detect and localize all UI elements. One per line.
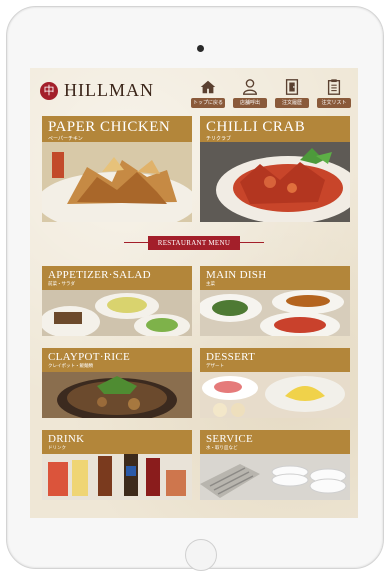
restaurant-menu-ribbon: RESTAURANT MENU (124, 236, 264, 250)
category-subtitle: クレイポット・飯麺類 (48, 364, 93, 369)
call-staff-label: 店舗呼出 (233, 98, 267, 108)
drink-photo (42, 454, 192, 500)
featured-subtitle: ペーパーチキン (48, 136, 83, 142)
category-drink[interactable]: DRINK ドリンク (42, 430, 192, 500)
category-main-dish[interactable]: MAIN DISH 主菜 (200, 266, 350, 336)
category-subtitle: 水・取り皿など (206, 446, 238, 451)
paper-chicken-photo (42, 142, 192, 222)
call-staff-button[interactable]: 店舗呼出 (232, 76, 268, 110)
category-service[interactable]: SERVICE 水・取り皿など (200, 430, 350, 500)
door-icon (285, 79, 299, 95)
category-subtitle: デザート (206, 364, 224, 369)
clipboard-icon (327, 79, 341, 95)
main-dish-photo (200, 290, 350, 336)
ribbon-line-right (234, 242, 264, 243)
home-icon (200, 80, 216, 94)
order-list-label: 注文リスト (317, 98, 351, 108)
featured-title: CHILLI CRAB (206, 119, 306, 135)
category-appetizer-salad[interactable]: APPETIZER·SALAD 前菜・サラダ (42, 266, 192, 336)
order-history-button[interactable]: 注文履歴 (274, 76, 310, 110)
category-subtitle: 前菜・サラダ (48, 282, 75, 287)
logo-emblem: 中 (40, 81, 58, 100)
chilli-crab-photo (200, 142, 350, 222)
home-hardware-button[interactable] (185, 539, 217, 571)
front-camera (197, 45, 204, 52)
order-history-label: 注文履歴 (275, 98, 309, 108)
featured-chilli-crab[interactable]: CHILLI CRAB チリクラブ (200, 116, 350, 222)
ribbon-label: RESTAURANT MENU (148, 236, 240, 250)
home-button[interactable]: トップに戻る (190, 76, 226, 110)
category-dessert[interactable]: DESSERT デザート (200, 348, 350, 418)
category-title: SERVICE (206, 433, 254, 445)
order-list-button[interactable]: 注文リスト (316, 76, 352, 110)
category-title: CLAYPOT·RICE (48, 351, 131, 363)
category-title: MAIN DISH (206, 269, 267, 281)
toolbar: トップに戻る 店舗呼出 注文履歴 注文リスト (190, 76, 352, 110)
service-photo (200, 454, 350, 500)
featured-subtitle: チリクラブ (206, 136, 232, 142)
category-title: DESSERT (206, 351, 256, 363)
appetizer-photo (42, 290, 192, 336)
category-claypot-rice[interactable]: CLAYPOT·RICE クレイポット・飯麺類 (42, 348, 192, 418)
brand-logo[interactable]: 中 HILLMAN (40, 80, 154, 101)
brand-name: HILLMAN (64, 80, 154, 100)
app-header: 中 HILLMAN トップに戻る 店舗呼出 注文履歴 注文リスト (30, 68, 358, 114)
person-icon (243, 79, 257, 95)
home-button-label: トップに戻る (191, 98, 225, 108)
category-subtitle: 主菜 (206, 282, 215, 287)
featured-title: PAPER CHICKEN (48, 119, 171, 135)
claypot-photo (42, 372, 192, 418)
category-title: APPETIZER·SALAD (48, 269, 151, 281)
dessert-photo (200, 372, 350, 418)
featured-paper-chicken[interactable]: PAPER CHICKEN ペーパーチキン (42, 116, 192, 222)
app-screen: 中 HILLMAN トップに戻る 店舗呼出 注文履歴 注文リスト PAPER C… (30, 68, 358, 518)
category-subtitle: ドリンク (48, 446, 66, 451)
category-title: DRINK (48, 433, 85, 445)
